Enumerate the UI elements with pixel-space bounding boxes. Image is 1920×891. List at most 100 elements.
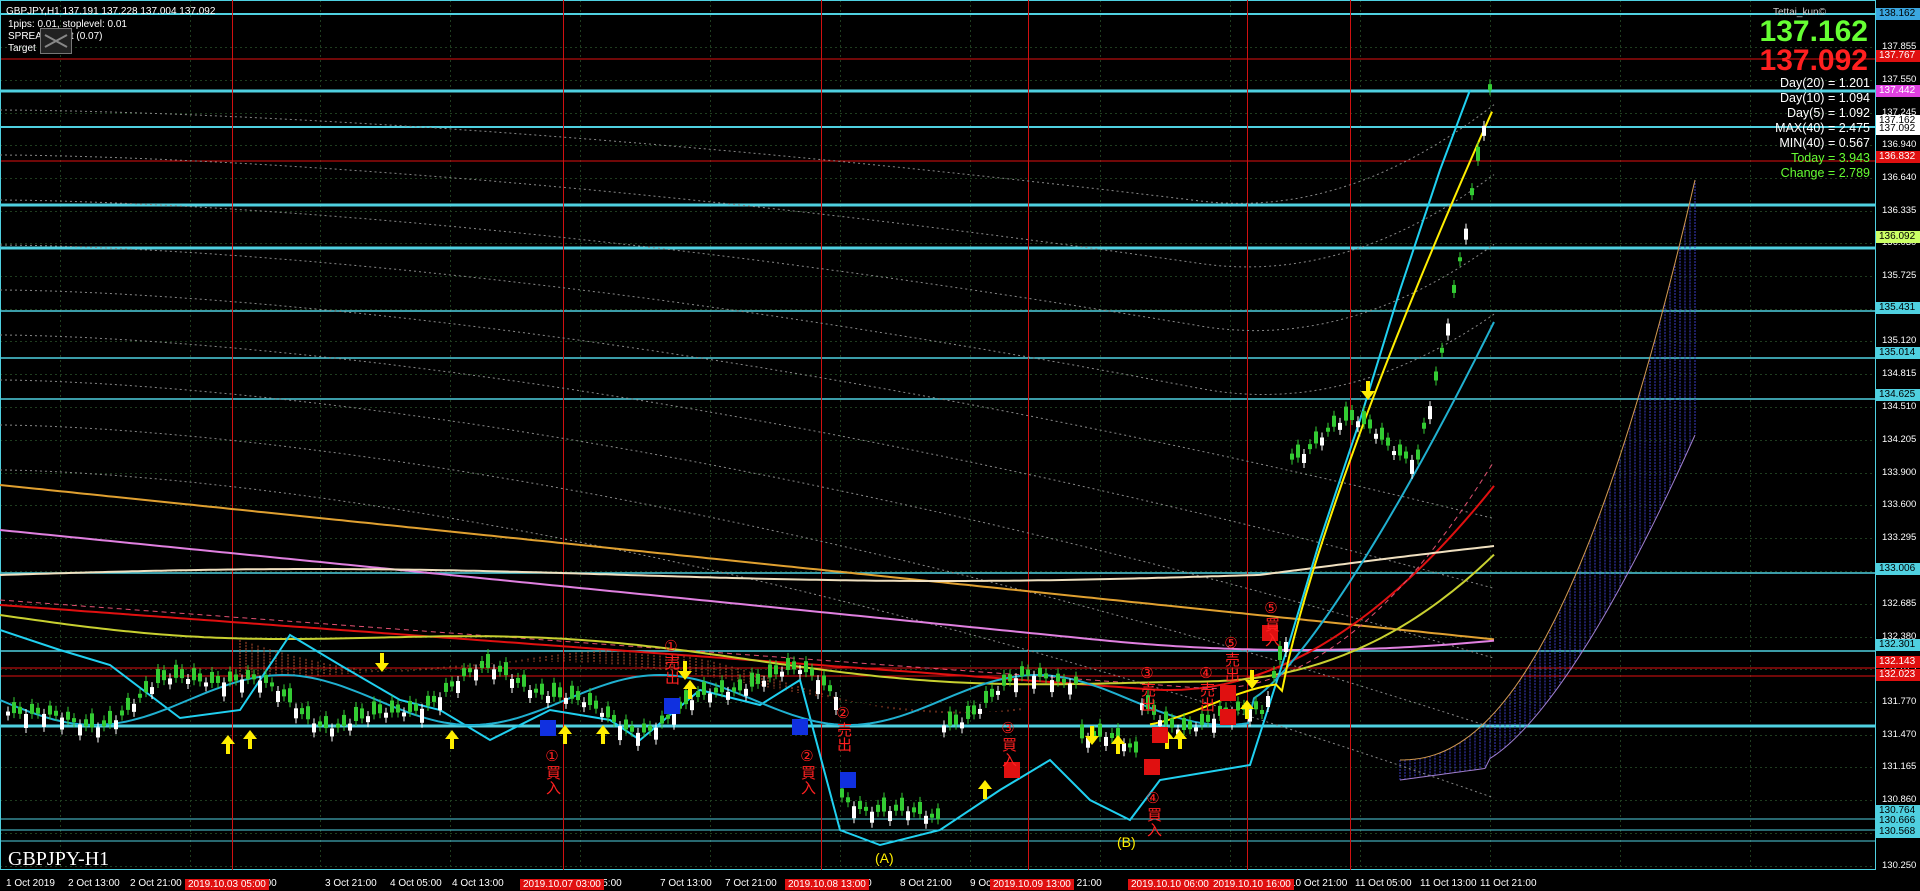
- price-tag: 133.006: [1876, 563, 1920, 575]
- candle-body: [120, 710, 124, 716]
- candle-body: [150, 687, 154, 695]
- candle-body: [882, 797, 886, 812]
- bollinger-band-line: [0, 244, 1495, 395]
- senkou-span-a: [1399, 179, 1696, 761]
- candle-body: [426, 695, 430, 706]
- indicator-lines: [0, 89, 1495, 847]
- buy-arrow-icon: [1173, 730, 1187, 749]
- bollinger-band-line: [0, 104, 1495, 204]
- time-marker-badge: 2019.10.03 05:00: [185, 879, 269, 890]
- candle-body: [660, 715, 664, 724]
- candle-body: [768, 664, 772, 678]
- candle-body: [600, 712, 604, 717]
- signal-box-icon: [540, 720, 556, 736]
- zigzag-line: [0, 89, 1471, 847]
- stat-min40: MIN(40) = 0.567: [1779, 136, 1870, 150]
- buy-arrow-icon: [558, 725, 572, 744]
- candle-body: [906, 811, 910, 821]
- candle-body: [612, 714, 616, 722]
- time-axis-label: 2 Oct 21:00: [130, 878, 182, 889]
- time-marker-badge: 2019.10.09 13:00: [990, 879, 1074, 890]
- candle-body: [504, 662, 508, 676]
- bollinger-band-line: [0, 154, 1495, 268]
- time-marker-badge: 2019.10.10 06:00: [1128, 879, 1212, 890]
- time-axis[interactable]: 1 Oct 20192 Oct 13:002 Oct 21:003 Oct 13…: [0, 870, 1876, 891]
- candle-body: [486, 654, 490, 669]
- candle-body: [606, 706, 610, 718]
- candle-body: [750, 672, 754, 687]
- candle-body: [588, 693, 592, 706]
- candle-body: [1038, 667, 1042, 677]
- annotation-text: 売出: [835, 722, 852, 752]
- candle-body: [1206, 714, 1210, 722]
- candle-body: [228, 671, 232, 682]
- candle-body: [762, 680, 766, 687]
- candle-body: [330, 728, 334, 737]
- price-scale-label: 134.205: [1882, 434, 1917, 445]
- time-marker-badge: 2019.10.08 13:00: [785, 879, 869, 890]
- stat-max40: MAX(40) = 2.475: [1775, 121, 1870, 135]
- annotation-number: ④: [1146, 790, 1160, 807]
- candle-body: [1416, 449, 1420, 460]
- price-tag: 137.767: [1876, 50, 1920, 62]
- candle-body: [618, 726, 622, 741]
- candle-body: [594, 700, 598, 709]
- candle-body: [300, 708, 304, 715]
- candle-body: [66, 711, 70, 720]
- candle-body: [516, 677, 520, 683]
- candle-body: [858, 801, 862, 810]
- signal-box-icon: [1220, 709, 1236, 725]
- price-tag: 137.092: [1876, 123, 1920, 135]
- candle-body: [1080, 724, 1084, 739]
- candle-body: [534, 688, 538, 693]
- candle-body: [408, 700, 412, 712]
- wave-label: (B): [1117, 834, 1136, 850]
- candle-body: [990, 688, 994, 697]
- annotation-number: ②: [800, 748, 814, 765]
- time-axis-label: 1 Oct 2019: [6, 878, 55, 889]
- candle-body: [960, 722, 964, 729]
- candle-body: [1392, 451, 1396, 456]
- symbol-info: GBPJPY,H1 137.191 137.228 137.004 137.09…: [6, 6, 216, 17]
- candle-body: [1380, 427, 1384, 440]
- candle-body: [336, 723, 340, 728]
- signal-box-icon: [792, 719, 808, 735]
- candle-body: [540, 683, 544, 695]
- candle-body: [1098, 723, 1102, 737]
- candle-body: [1254, 701, 1258, 710]
- price-chart[interactable]: [0, 0, 1920, 891]
- annotation-text: 買入: [1000, 737, 1017, 767]
- candle-body: [744, 688, 748, 696]
- candle-body: [1296, 444, 1300, 458]
- candle-body: [1266, 696, 1270, 707]
- trade-panel-icon[interactable]: [40, 28, 72, 54]
- symbol-watermark: GBPJPY-H1: [8, 848, 110, 870]
- candle-body: [54, 710, 58, 716]
- candle-body: [654, 727, 658, 740]
- candle-body: [48, 705, 52, 715]
- annotation-number: ①: [664, 638, 678, 655]
- candle-body: [438, 697, 442, 711]
- candle-body: [456, 681, 460, 694]
- time-axis-label: 7 Oct 21:00: [725, 878, 777, 889]
- candle-body: [414, 703, 418, 711]
- time-axis-label: 4 Oct 13:00: [452, 878, 504, 889]
- candle-body: [204, 682, 208, 687]
- candle-body: [252, 674, 256, 680]
- time-marker-badge: 2019.10.10 16:00: [1210, 879, 1294, 890]
- trade-annotation: ④ 売出: [1197, 665, 1215, 712]
- signal-arrows: [221, 381, 1375, 799]
- chart-window[interactable]: GBPJPY,H1 137.191 137.228 137.004 137.09…: [0, 0, 1920, 891]
- candle-body: [216, 675, 220, 683]
- candle-body: [702, 681, 706, 695]
- candle-body: [876, 804, 880, 812]
- price-scale-label: 137.550: [1882, 74, 1917, 85]
- stat-day20: Day(20) = 1.201: [1780, 76, 1870, 90]
- trade-annotation: ⑤ 買入: [1262, 600, 1280, 647]
- candle-body: [1458, 257, 1462, 262]
- signal-box-icon: [1220, 685, 1236, 701]
- candle-body: [714, 687, 718, 693]
- signal-box-icon: [840, 772, 856, 788]
- annotation-text: 売出: [663, 655, 680, 685]
- candle-body: [996, 690, 1000, 695]
